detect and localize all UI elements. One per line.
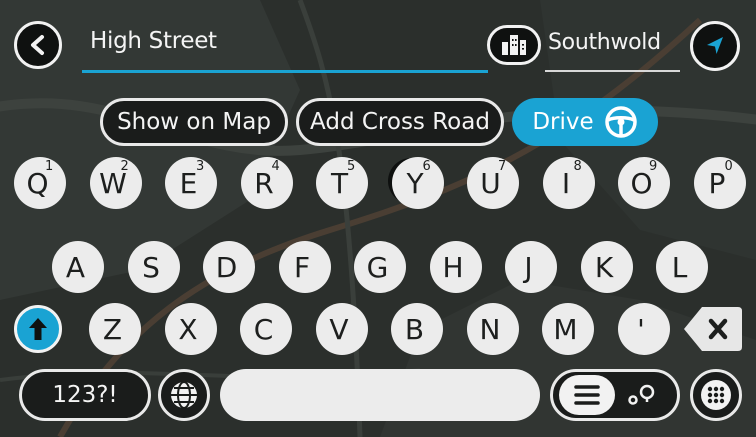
key-i-label: I (561, 166, 570, 200)
back-arrow-icon (31, 35, 44, 55)
key-r-label: R (254, 166, 273, 200)
key-i-alt-label: 8 (573, 159, 582, 174)
key-k-label: K (594, 250, 613, 284)
key-c-label: C (253, 312, 274, 346)
key-e-alt-label: 3 (196, 159, 205, 174)
key-apostrophe[interactable]: ' (617, 303, 670, 355)
key-x[interactable]: X (164, 303, 217, 355)
drive-label: Drive (532, 109, 594, 135)
key-z[interactable]: Z (89, 303, 141, 355)
key-g[interactable]: G (354, 241, 406, 293)
key-q[interactable]: Q1 (14, 157, 66, 209)
key-z-label: Z (102, 312, 122, 346)
keypad-key[interactable] (690, 369, 742, 421)
language-key[interactable] (158, 369, 210, 421)
key-w-alt-label: 2 (120, 159, 129, 174)
key-d-label: D (215, 250, 238, 284)
key-m[interactable]: M (542, 303, 594, 355)
key-b[interactable]: B (391, 303, 443, 355)
backspace-key[interactable] (682, 305, 744, 353)
key-u-label: U (480, 166, 500, 200)
key-h[interactable]: H (429, 241, 482, 293)
shift-key[interactable] (14, 305, 62, 353)
key-h-label: H (442, 250, 463, 284)
key-s[interactable]: S (127, 241, 180, 293)
key-l-label: L (671, 250, 688, 284)
key-n[interactable]: N (466, 303, 519, 355)
key-i[interactable]: I8 (542, 157, 595, 209)
key-m-label: M (553, 312, 577, 346)
key-o-alt-label: 9 (649, 159, 658, 174)
key-c[interactable]: C (240, 303, 292, 355)
key-t-alt-label: 5 (347, 159, 356, 174)
search-input-underline (82, 70, 488, 73)
key-t-label: T (330, 166, 348, 200)
key-b-label: B (404, 312, 424, 346)
key-p-alt-label: 0 (724, 159, 733, 174)
key-u-alt-label: 7 (498, 159, 507, 174)
add-cross-road-label: Add Cross Road (310, 109, 490, 135)
key-r[interactable]: R4 (240, 157, 293, 209)
key-y-alt-label: 6 (422, 159, 431, 174)
key-w[interactable]: W2 (89, 157, 142, 209)
key-a[interactable]: A (52, 241, 104, 293)
numbers-key[interactable]: 123?! (19, 369, 151, 421)
key-y-label: Y (406, 166, 423, 200)
backspace-icon (684, 307, 742, 351)
key-s-label: S (142, 250, 160, 284)
city-button[interactable] (487, 25, 541, 65)
key-p-label: P (708, 166, 726, 200)
key-x-label: X (178, 312, 197, 346)
key-p[interactable]: P0 (693, 157, 746, 209)
key-l[interactable]: L (656, 241, 708, 293)
key-u[interactable]: U7 (467, 157, 519, 209)
search-screen: High Street Southwold Show on Map Add Cr… (0, 0, 756, 437)
keypad-icon (701, 380, 731, 410)
key-f[interactable]: F (278, 241, 331, 293)
key-e-label: E (179, 166, 198, 200)
current-location-button[interactable] (690, 21, 740, 71)
search-input[interactable]: High Street (90, 28, 217, 54)
shift-arrow-icon (29, 318, 47, 340)
add-cross-road-button[interactable]: Add Cross Road (296, 98, 504, 146)
numbers-key-label: 123?! (52, 382, 118, 408)
key-j[interactable]: J (505, 241, 557, 293)
key-q-alt-label: 1 (45, 159, 54, 174)
drive-button[interactable]: Drive (512, 98, 658, 146)
navigation-arrow-icon (707, 37, 723, 54)
key-n-label: N (479, 312, 501, 346)
key-g-label: G (366, 250, 389, 284)
list-map-toggle[interactable] (550, 369, 680, 421)
key-o[interactable]: O9 (618, 157, 670, 209)
show-on-map-button[interactable]: Show on Map (100, 98, 288, 146)
key-t[interactable]: T5 (316, 157, 368, 209)
key-e[interactable]: E3 (165, 157, 217, 209)
city-field[interactable]: Southwold (548, 30, 661, 55)
key-f-label: F (293, 250, 310, 284)
key-v[interactable]: V (315, 303, 368, 355)
steering-wheel-icon (604, 106, 637, 138)
show-on-map-label: Show on Map (117, 109, 271, 135)
key-y[interactable]: Y6 (391, 157, 444, 209)
list-map-toggle-icon (559, 375, 655, 415)
globe-icon (171, 381, 197, 409)
city-buildings-icon (502, 35, 526, 55)
city-field-underline (545, 70, 680, 72)
key-a-label: A (65, 250, 85, 284)
key-r-alt-label: 4 (271, 159, 280, 174)
key-k[interactable]: K (580, 241, 633, 293)
key-apostrophe-label: ' (637, 312, 645, 346)
key-j-label: J (524, 250, 532, 284)
key-d[interactable]: D (203, 241, 255, 293)
key-v-label: V (329, 312, 348, 346)
space-key[interactable] (220, 369, 540, 421)
back-button[interactable] (14, 21, 62, 69)
